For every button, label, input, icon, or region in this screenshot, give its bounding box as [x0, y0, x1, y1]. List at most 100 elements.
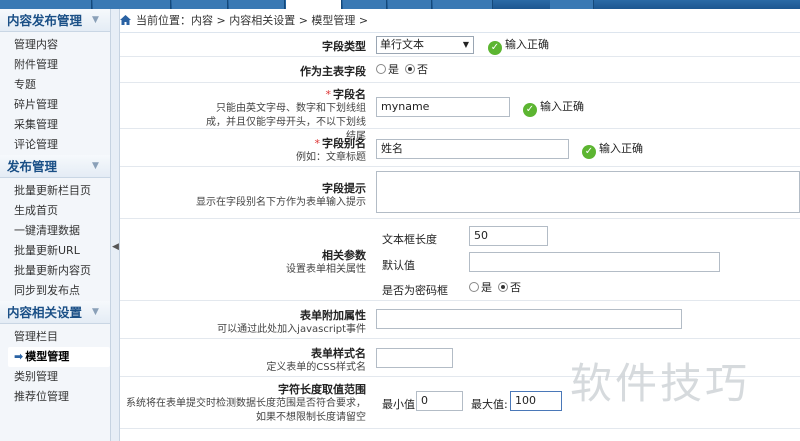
sidebar-item[interactable]: 采集管理 [0, 115, 110, 135]
field-type-label: 字段类型 [322, 40, 366, 53]
top-nav-tab[interactable] [550, 0, 594, 9]
sidebar-item[interactable]: 附件管理 [0, 55, 110, 75]
sidebar-section-title: 内容相关设置 [7, 305, 83, 320]
check-icon: ✓ [488, 41, 502, 55]
field-tip-label: 字段提示 [322, 182, 366, 195]
sidebar-item[interactable]: 批量更新URL [0, 241, 110, 261]
field-alias-label: * 字段别名 [314, 137, 367, 150]
text-size-input[interactable]: 50 [469, 226, 548, 246]
max-length-label: 最大值: [471, 398, 508, 411]
sidebar-collapse-bar[interactable]: ◀ [111, 9, 120, 441]
field-type-select[interactable]: 单行文本 ▼ [376, 36, 474, 54]
sidebar-item[interactable]: 批量更新内容页 [0, 261, 110, 281]
primary-field-radio-group: 是否 [376, 62, 434, 78]
breadcrumb-path[interactable]: 内容 > 内容相关设置 > 模型管理 > [191, 14, 368, 27]
radio-label: 是 [388, 63, 399, 76]
top-nav-tab[interactable] [172, 0, 228, 9]
form-row-primary-field: 作为主表字段 是否 [120, 57, 800, 83]
field-name-label: * 字段名 [325, 88, 367, 101]
sidebar-item[interactable]: 同步到发布点 [0, 281, 110, 301]
form-row-next [120, 429, 800, 441]
password-no-radio[interactable] [498, 282, 508, 292]
field-type-value: 单行文本 [380, 38, 424, 51]
sidebar-section-header[interactable]: 内容发布管理 ▼ [0, 9, 110, 32]
sidebar-item[interactable]: 批量更新栏目页 [0, 181, 110, 201]
radio-label: 否 [510, 281, 521, 294]
top-nav-tab[interactable] [93, 0, 171, 9]
sidebar: 内容发布管理 ▼ 管理内容 附件管理 专题 碎片管理 采集管理 评论管理 发布管理… [0, 9, 111, 441]
breadcrumb: 当前位置：内容 > 内容相关设置 > 模型管理 > [120, 9, 800, 33]
arrow-right-icon: ➡ [14, 350, 24, 363]
home-icon[interactable] [120, 15, 131, 25]
field-name-status: ✓ 输入正确 [523, 99, 584, 117]
sidebar-item-active[interactable]: ➡ 模型管理 [8, 347, 110, 367]
top-nav-tab[interactable] [229, 0, 285, 9]
form-attr-desc: 可以通过此处加入javascript事件 [217, 324, 366, 335]
top-nav-tab[interactable] [343, 0, 387, 9]
primary-field-no-radio[interactable] [405, 64, 415, 74]
css-input[interactable] [376, 348, 453, 368]
chevron-down-icon[interactable]: ▼ [92, 307, 102, 317]
sidebar-section-header[interactable]: 内容相关设置 ▼ [0, 301, 110, 324]
min-length-label: 最小值: [382, 398, 419, 411]
css-desc: 定义表单的CSS样式名 [266, 362, 366, 373]
top-nav-tab-active[interactable] [286, 0, 342, 9]
collapse-left-icon[interactable]: ◀ [112, 242, 119, 252]
field-type-status: ✓ 输入正确 [488, 37, 549, 55]
field-alias-input[interactable]: 姓名 [376, 139, 569, 159]
sidebar-section-title: 发布管理 [7, 159, 58, 174]
dropdown-arrow-icon: ▼ [462, 40, 469, 49]
password-yes-radio[interactable] [469, 282, 479, 292]
sidebar-item[interactable]: 生成首页 [0, 201, 110, 221]
sidebar-section-title: 内容发布管理 [7, 13, 83, 28]
max-length-input[interactable]: 100 [510, 391, 562, 411]
check-icon: ✓ [582, 145, 596, 159]
form-row-field-type: 字段类型 单行文本 ▼ ✓ 输入正确 [120, 33, 800, 57]
sidebar-item[interactable]: 管理内容 [0, 35, 110, 55]
text-size-label: 文本框长度 [382, 233, 437, 246]
status-text: 输入正确 [540, 100, 584, 113]
required-marker: * [314, 137, 321, 150]
min-length-input[interactable]: 0 [416, 391, 463, 411]
field-name-input[interactable]: myname [376, 97, 510, 117]
sidebar-item[interactable]: 一键清理数据 [0, 221, 110, 241]
chevron-down-icon[interactable]: ▼ [92, 161, 102, 171]
status-text: 输入正确 [599, 142, 643, 155]
sidebar-item[interactable]: 管理栏目 [0, 327, 110, 347]
primary-field-yes-radio[interactable] [376, 64, 386, 74]
sidebar-item[interactable]: 专题 [0, 75, 110, 95]
css-label: 表单样式名 [311, 347, 366, 360]
length-range-label: 字符长度取值范围 [278, 383, 366, 396]
top-nav-tab[interactable] [388, 0, 432, 9]
form-row-field-alias: * 字段别名 例如：文章标题 姓名 ✓ 输入正确 [120, 129, 800, 167]
form-row-field-tip: 字段提示 显示在字段别名下方作为表单输入提示 [120, 167, 800, 219]
radio-label: 是 [481, 281, 492, 294]
field-tip-textarea[interactable] [376, 171, 800, 213]
sidebar-item[interactable]: 评论管理 [0, 135, 110, 155]
breadcrumb-prefix: 当前位置： [136, 14, 191, 27]
watermark-text: 软件技巧 [570, 359, 751, 408]
primary-field-label: 作为主表字段 [300, 65, 366, 78]
form-row-form-attr: 表单附加属性 可以通过此处加入javascript事件 [120, 301, 800, 339]
sidebar-item[interactable]: 推荐位管理 [0, 387, 110, 407]
sidebar-section-header[interactable]: 发布管理 ▼ [0, 155, 110, 178]
chevron-down-icon[interactable]: ▼ [92, 15, 102, 25]
field-alias-status: ✓ 输入正确 [582, 141, 643, 159]
params-desc: 设置表单相关属性 [286, 264, 366, 275]
field-alias-desc: 例如：文章标题 [296, 152, 366, 163]
form-attr-input[interactable] [376, 309, 682, 329]
password-radio-group: 是否 [469, 280, 527, 296]
length-range-desc: 系统将在表单提交时检测数据长度范围是否符合要求，如果不想限制长度请留空 [126, 398, 366, 423]
status-text: 输入正确 [505, 38, 549, 51]
params-label: 相关参数 [322, 249, 366, 262]
sidebar-item[interactable]: 类别管理 [0, 367, 110, 387]
sidebar-item[interactable]: 碎片管理 [0, 95, 110, 115]
form-row-params: 相关参数 设置表单相关属性 文本框长度 50 默认值 是否为密码框 是否 [120, 219, 800, 301]
default-value-label: 默认值 [382, 259, 415, 272]
required-marker: * [325, 88, 332, 101]
top-nav-tab[interactable] [433, 0, 493, 9]
top-nav-tab[interactable] [0, 0, 92, 9]
radio-label: 否 [417, 63, 428, 76]
default-value-input[interactable] [469, 252, 720, 272]
top-nav-bar [0, 0, 800, 9]
